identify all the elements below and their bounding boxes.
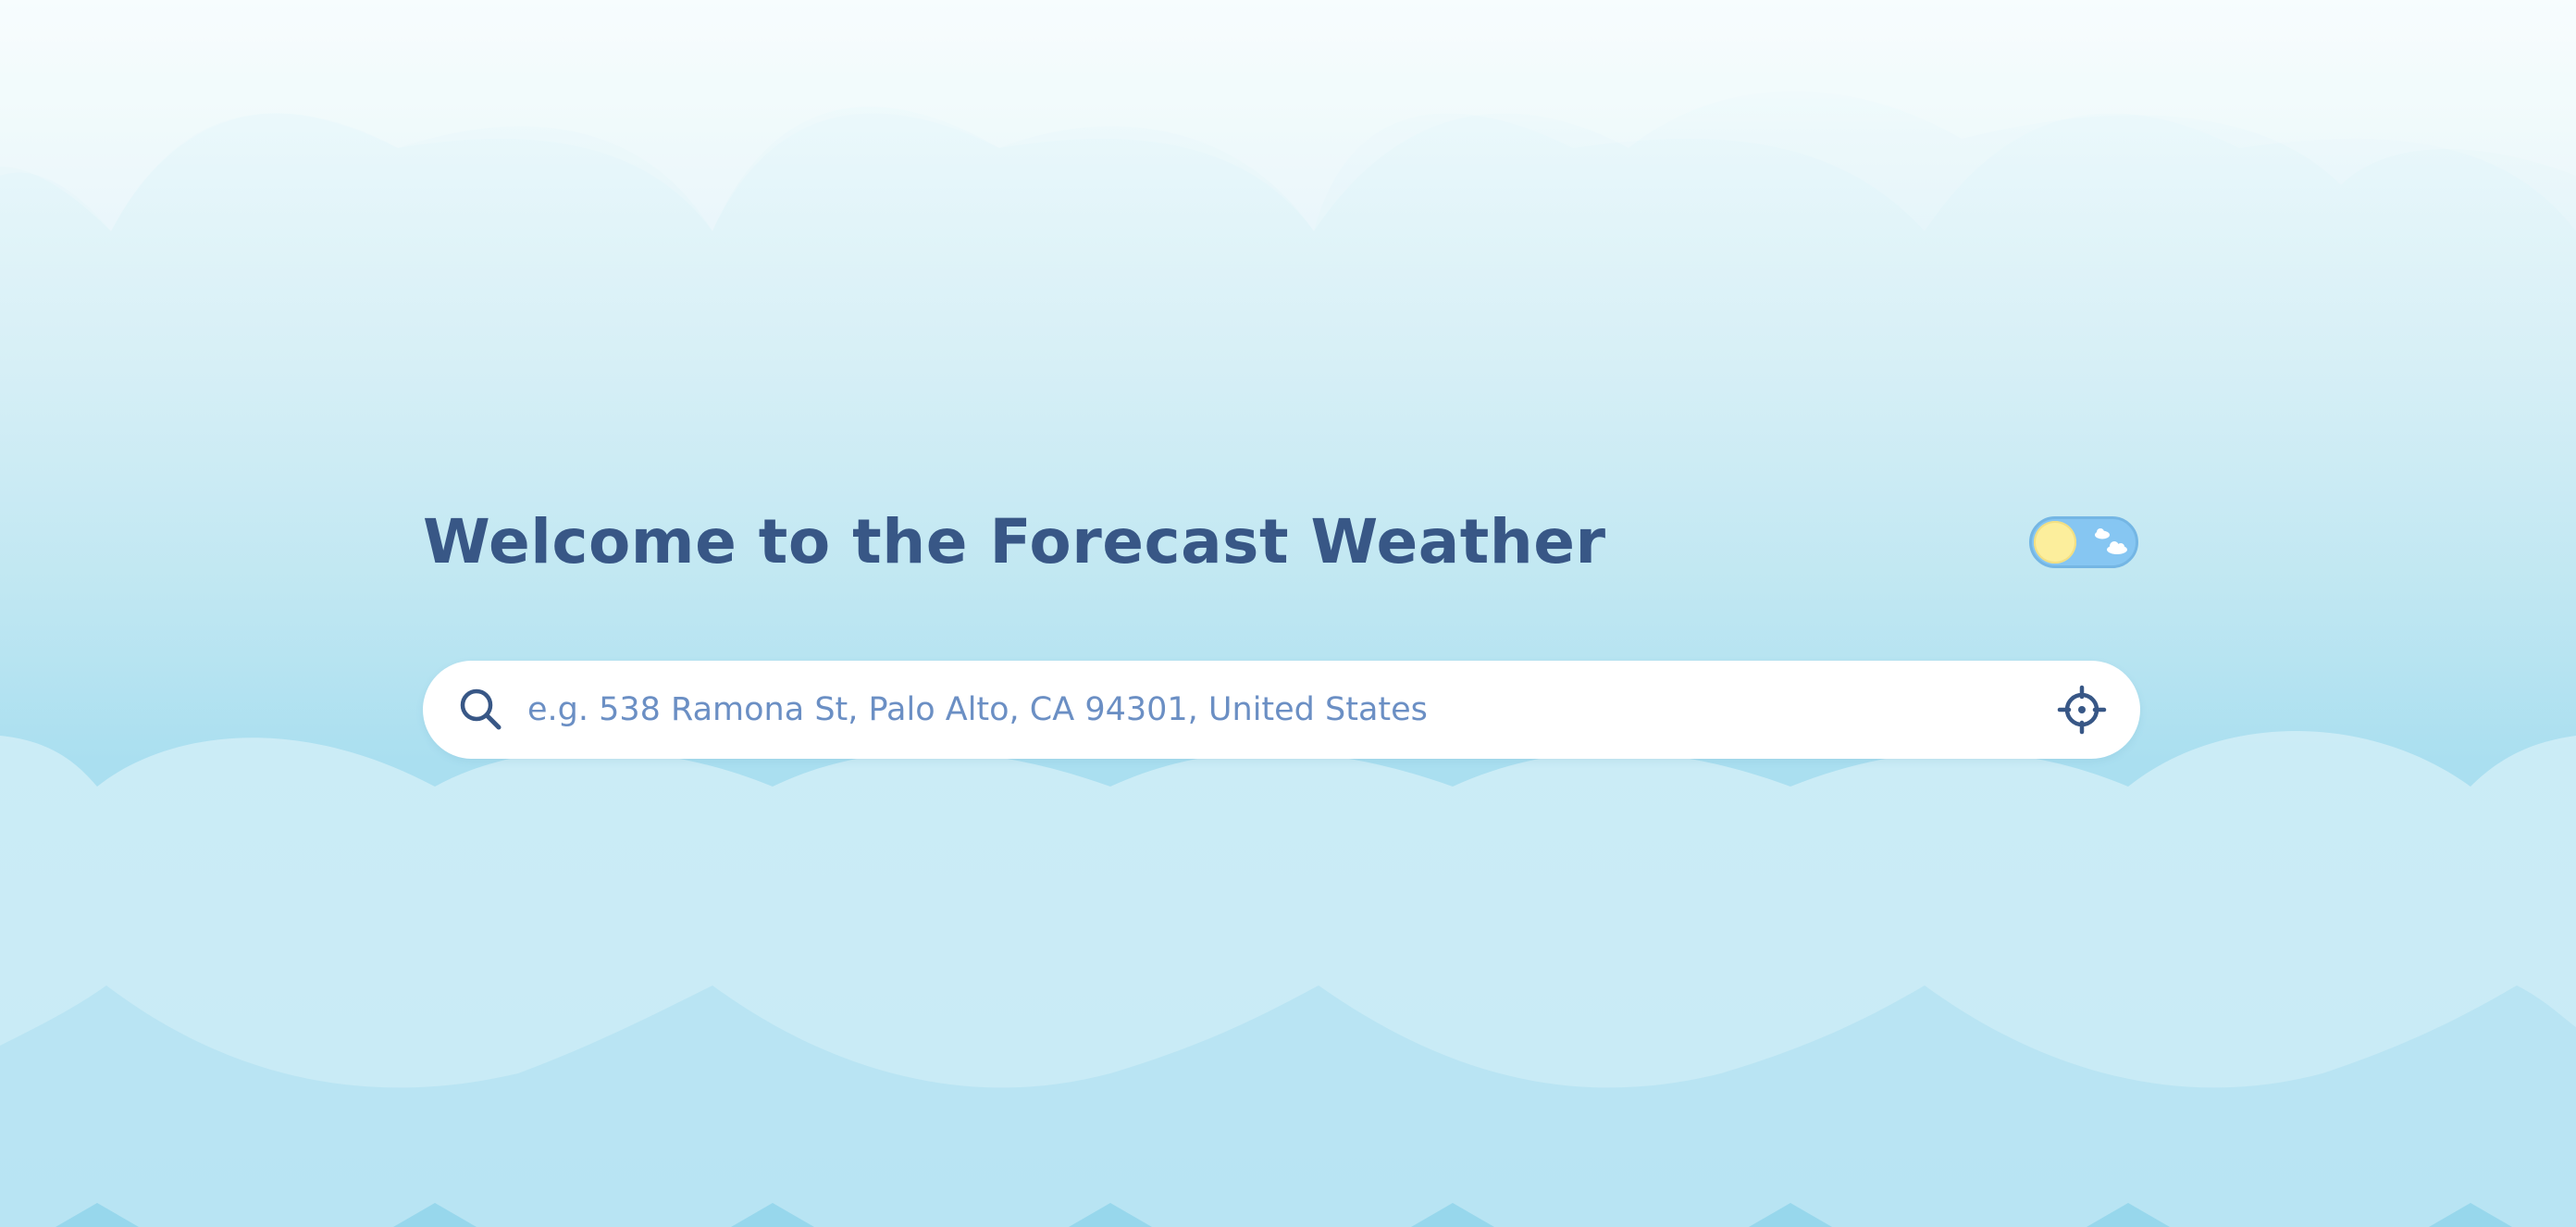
sun-icon xyxy=(2034,521,2076,564)
search-input[interactable] xyxy=(527,679,1989,740)
search-icon xyxy=(460,688,502,730)
crosshair-icon[interactable] xyxy=(2055,683,2109,737)
theme-toggle[interactable] xyxy=(2029,516,2138,568)
main-content: Welcome to the Forecast Weather xyxy=(423,500,2140,777)
cloud-icon xyxy=(2095,528,2127,554)
page-title: Welcome to the Forecast Weather xyxy=(423,506,1606,577)
search-bar xyxy=(423,661,2140,759)
